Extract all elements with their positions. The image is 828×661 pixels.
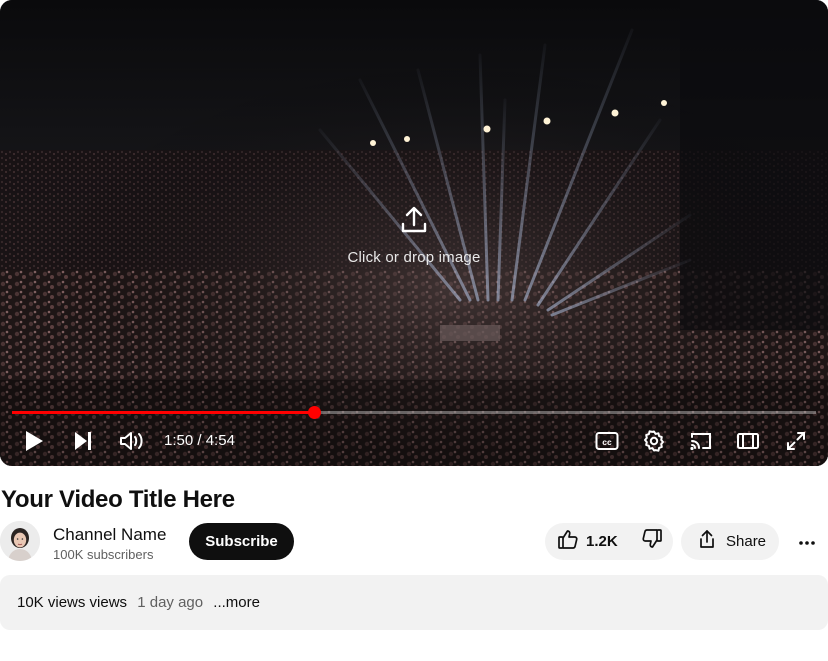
- current-time: 1:50: [164, 432, 194, 449]
- share-button[interactable]: Share: [681, 523, 779, 560]
- skip-next-icon: [72, 430, 94, 452]
- video-title: Your Video Title Here: [1, 486, 235, 513]
- share-icon: [697, 529, 717, 554]
- subscriber-count: 100K subscribers: [53, 547, 154, 562]
- thumbs-up-icon: [557, 528, 579, 555]
- like-count: 1.2K: [586, 533, 618, 550]
- video-player[interactable]: Click or drop image 1:50 / 4:54 cc: [0, 0, 828, 466]
- cast-button[interactable]: [688, 426, 714, 456]
- volume-button[interactable]: [117, 426, 147, 456]
- progress-bar[interactable]: [12, 406, 816, 419]
- closed-captions-icon: cc: [595, 431, 619, 451]
- more-horizontal-icon: [798, 533, 816, 551]
- settings-button[interactable]: [641, 426, 667, 456]
- duration: 4:54: [205, 432, 235, 449]
- like-dislike-group: 1.2K: [545, 523, 673, 560]
- play-icon: [23, 429, 45, 453]
- upload-label: Click or drop image: [347, 249, 481, 266]
- fullscreen-icon: [785, 430, 807, 452]
- captions-button[interactable]: cc: [594, 426, 620, 456]
- dislike-button[interactable]: [631, 523, 673, 560]
- gear-icon: [642, 429, 666, 453]
- description-more-link[interactable]: ...more: [213, 594, 260, 611]
- description-box[interactable]: 10K views views 1 day ago ...more: [0, 575, 828, 630]
- scrubber-handle[interactable]: [307, 406, 321, 419]
- description-summary: 10K views views 1 day ago ...more: [17, 594, 260, 611]
- time-separator: /: [193, 432, 206, 449]
- more-actions-button[interactable]: [791, 523, 823, 560]
- thumbs-down-icon: [641, 528, 663, 555]
- time-display: 1:50 / 4:54: [164, 432, 235, 449]
- like-button[interactable]: 1.2K: [545, 523, 629, 560]
- channel-name[interactable]: Channel Name: [53, 525, 166, 545]
- play-button[interactable]: [20, 426, 48, 456]
- fullscreen-button[interactable]: [783, 426, 809, 456]
- upload-date: 1 day ago: [137, 594, 204, 611]
- channel-avatar[interactable]: [0, 521, 40, 561]
- theater-mode-icon: [736, 431, 760, 451]
- svg-text:cc: cc: [602, 437, 612, 447]
- subscribe-button[interactable]: Subscribe: [189, 523, 294, 560]
- progress-fill: [12, 411, 314, 414]
- view-count: 10K views views: [17, 594, 128, 611]
- share-label: Share: [726, 533, 767, 550]
- next-button[interactable]: [70, 426, 96, 456]
- cast-icon: [689, 430, 713, 452]
- upload-drop-zone[interactable]: Click or drop image: [0, 204, 828, 266]
- upload-icon: [398, 204, 430, 236]
- theater-mode-button[interactable]: [735, 426, 761, 456]
- volume-icon: [118, 430, 146, 452]
